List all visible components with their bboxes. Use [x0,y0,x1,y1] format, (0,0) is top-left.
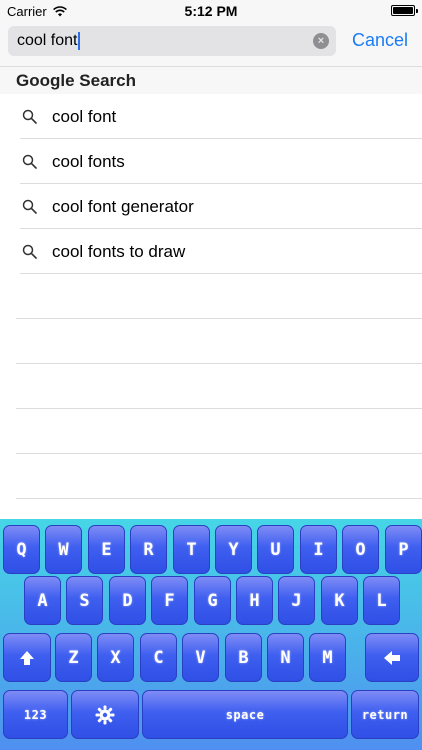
key-v[interactable]: V [182,633,219,682]
custom-keyboard: Q W E R T Y U I O P A S D F G H J K L Z X C V B N M 123 space return [0,519,422,750]
space-key-label: space [225,707,265,722]
key-n[interactable]: N [267,633,304,682]
key-z-label: Z [68,647,79,668]
key-h[interactable]: H [236,576,273,625]
section-header: Google Search [0,66,422,94]
key-e[interactable]: E [88,525,125,574]
suggestion-list: cool font cool fonts cool font generator… [0,94,422,499]
suggestion-label: cool fonts [52,151,125,171]
suggestion-item[interactable]: cool fonts to draw [0,229,422,274]
key-i-label: I [313,539,324,560]
key-t-label: T [186,539,197,560]
search-icon [22,109,37,124]
key-b[interactable]: B [225,633,262,682]
key-o[interactable]: O [342,525,379,574]
key-d[interactable]: D [109,576,146,625]
key-d-label: D [122,590,133,611]
key-p[interactable]: P [385,525,422,574]
key-z[interactable]: Z [55,633,92,682]
key-f[interactable]: F [151,576,188,625]
key-x[interactable]: X [97,633,134,682]
battery-icon [391,5,418,16]
search-query-text: cool font [17,32,78,49]
key-e-label: E [101,539,112,560]
key-y-label: Y [228,539,239,560]
key-t[interactable]: T [173,525,210,574]
return-key-label: return [361,707,409,722]
suggestion-label: cool fonts to draw [52,241,186,261]
suggestion-item[interactable]: cool font [0,94,422,139]
key-q-label: Q [16,539,27,560]
key-v-label: V [195,647,206,668]
key-l-label: L [376,590,387,611]
key-g-label: G [207,590,218,611]
key-j[interactable]: J [278,576,315,625]
key-n-label: N [280,647,291,668]
status-time: 5:12 PM [184,3,238,19]
empty-row [0,274,422,319]
search-input[interactable]: cool font × [8,26,336,56]
key-k-label: K [334,590,345,611]
numbers-key[interactable]: 123 [3,690,68,739]
cancel-button[interactable]: Cancel [352,30,408,51]
key-c[interactable]: C [140,633,177,682]
suggestion-label: cool font generator [52,196,194,216]
key-j-label: J [291,590,302,611]
settings-key[interactable] [71,690,139,739]
key-f-label: F [164,590,175,611]
key-m[interactable]: M [309,633,346,682]
key-g[interactable]: G [194,576,231,625]
clear-icon[interactable]: × [313,33,329,49]
suggestion-label: cool font [52,106,117,126]
key-m-label: M [322,647,333,668]
key-q[interactable]: Q [3,525,40,574]
key-p-label: P [398,539,409,560]
key-o-label: O [355,539,366,560]
shift-arrow-icon [20,650,34,665]
key-y[interactable]: Y [215,525,252,574]
key-u[interactable]: U [257,525,294,574]
key-s-label: S [79,590,90,611]
key-r[interactable]: R [130,525,167,574]
empty-row [0,409,422,454]
key-a[interactable]: A [24,576,61,625]
key-u-label: U [270,539,281,560]
key-a-label: A [37,590,48,611]
search-bar: cool font × Cancel [0,22,422,66]
numbers-key-label: 123 [23,707,48,722]
battery-fill [393,7,413,14]
key-x-label: X [110,647,121,668]
space-key[interactable]: space [142,690,348,739]
gear-icon [95,705,115,724]
key-i[interactable]: I [300,525,337,574]
suggestion-item[interactable]: cool fonts [0,139,422,184]
key-r-label: R [143,539,154,560]
key-b-label: B [238,647,249,668]
key-w-label: W [58,539,69,560]
key-k[interactable]: K [321,576,358,625]
status-bar: Carrier 5:12 PM [0,0,422,22]
key-l[interactable]: L [363,576,400,625]
key-c-label: C [153,647,164,668]
suggestion-item[interactable]: cool font generator [0,184,422,229]
search-icon [22,244,37,259]
text-caret [78,32,81,50]
empty-row [0,454,422,499]
key-h-label: H [249,590,260,611]
shift-key[interactable] [3,633,51,682]
search-icon [22,199,37,214]
search-icon [22,154,37,169]
delete-key[interactable] [365,633,419,682]
empty-row [0,364,422,409]
return-key[interactable]: return [351,690,419,739]
key-w[interactable]: W [45,525,82,574]
key-s[interactable]: S [66,576,103,625]
delete-arrow-icon [384,650,400,665]
empty-row [0,319,422,364]
